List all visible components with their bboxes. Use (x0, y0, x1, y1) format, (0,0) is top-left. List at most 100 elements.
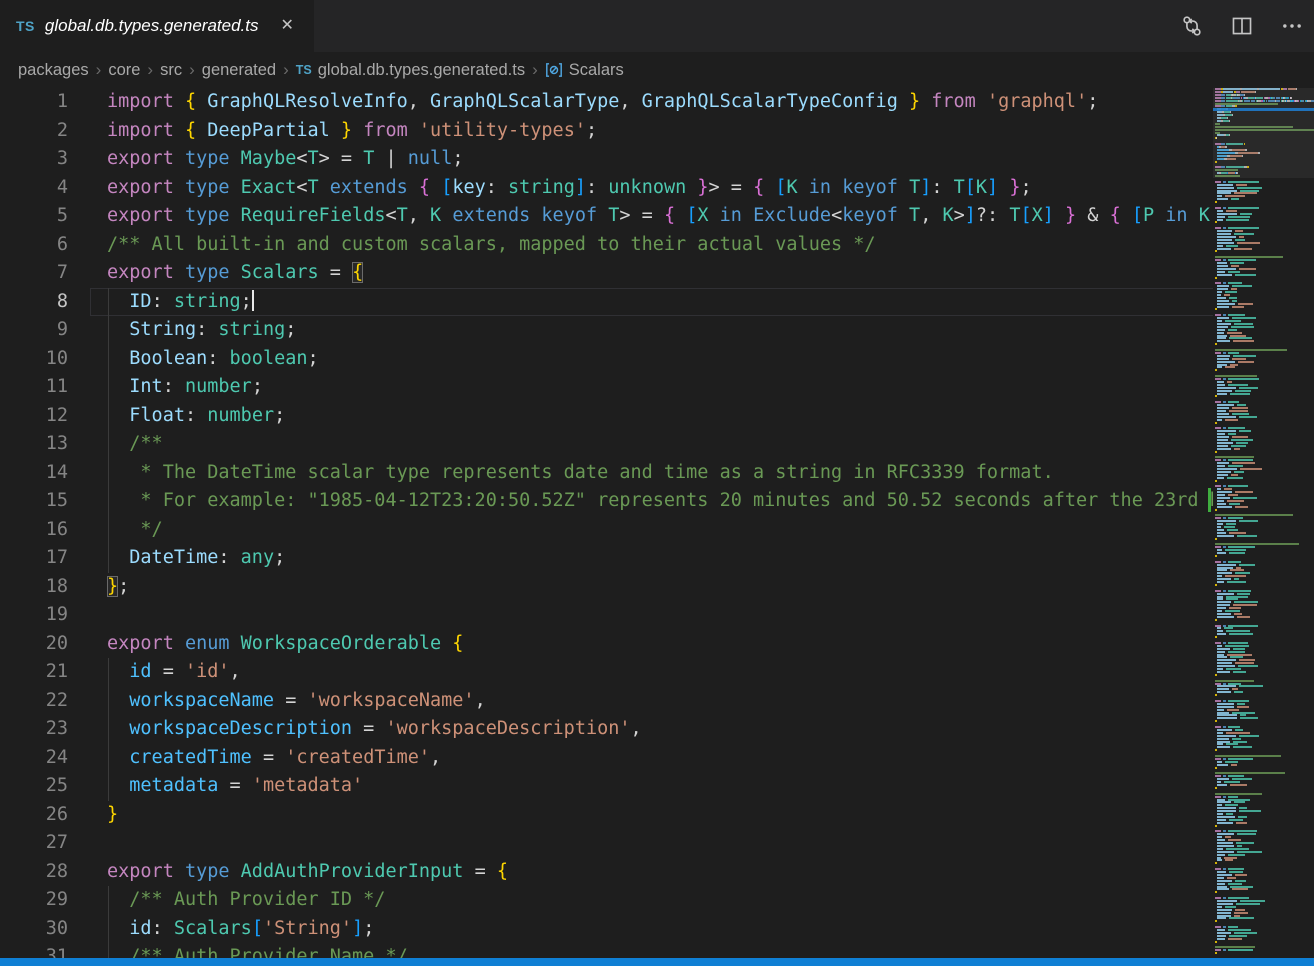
code-line[interactable]: export type Maybe<T> = T | null; (107, 145, 1213, 174)
compare-changes-icon[interactable] (1180, 14, 1204, 38)
breadcrumb-item-src[interactable]: src (160, 61, 182, 80)
minimap-line (1233, 497, 1257, 499)
code-line[interactable] (107, 601, 1213, 630)
minimap-line (1217, 671, 1230, 673)
minimap-line (1217, 439, 1228, 441)
minimap[interactable] (1213, 88, 1314, 958)
code-line[interactable]: import { DeepPartial } from 'utility-typ… (107, 117, 1213, 146)
breadcrumb-item-scalars[interactable]: Scalars (545, 61, 624, 80)
minimap-line (1215, 946, 1255, 948)
code-line[interactable]: DateTime: any; (107, 544, 1213, 573)
code-line[interactable]: /** Auth Provider ID */ (107, 886, 1213, 915)
line-number[interactable]: 30 (0, 915, 68, 944)
minimap-line (1223, 207, 1227, 209)
line-number[interactable]: 28 (0, 858, 68, 887)
minimap-line (1229, 552, 1245, 554)
breadcrumb-item-core[interactable]: core (108, 61, 140, 80)
code-line[interactable]: String: string; (107, 316, 1213, 345)
line-number[interactable]: 9 (0, 316, 68, 345)
code-line[interactable]: id: Scalars['String']; (107, 915, 1213, 944)
line-number[interactable]: 27 (0, 829, 68, 858)
line-number[interactable]: 17 (0, 544, 68, 573)
code-token (441, 633, 452, 654)
code-line[interactable]: * For example: "1985-04-12T23:20:50.52Z"… (107, 487, 1213, 516)
breadcrumb-item-generated[interactable]: generated (202, 61, 276, 80)
minimap-line (1215, 509, 1217, 511)
code-line[interactable]: createdTime = 'createdTime', (107, 744, 1213, 773)
close-icon[interactable]: ✕ (281, 18, 294, 34)
code-line[interactable]: */ (107, 516, 1213, 545)
minimap-line (1215, 755, 1281, 757)
tab-active[interactable]: TS global.db.types.generated.ts ✕ (0, 0, 314, 52)
code-line[interactable]: id = 'id', (107, 658, 1213, 687)
line-number[interactable]: 15 (0, 487, 68, 516)
minimap-line (1217, 778, 1229, 780)
line-number[interactable]: 4 (0, 174, 68, 203)
code-line[interactable]: Int: number; (107, 373, 1213, 402)
minimap-line (1230, 335, 1246, 337)
breadcrumb-label: Scalars (569, 61, 624, 80)
line-number[interactable]: 20 (0, 630, 68, 659)
code-line[interactable]: /** All built-in and custom scalars, map… (107, 231, 1213, 260)
code-line[interactable]: export type RequireFields<T, K extends k… (107, 202, 1213, 231)
minimap-line (1227, 381, 1233, 383)
line-number[interactable]: 5 (0, 202, 68, 231)
code-line[interactable]: import { GraphQLResolveInfo, GraphQLScal… (107, 88, 1213, 117)
line-number[interactable]: 10 (0, 345, 68, 374)
code-token: ; (586, 120, 597, 141)
line-number[interactable]: 26 (0, 801, 68, 830)
line-number[interactable]: 16 (0, 516, 68, 545)
line-number[interactable]: 18 (0, 573, 68, 602)
line-number[interactable]: 8 (0, 288, 68, 317)
minimap-line (1217, 387, 1236, 389)
line-number[interactable]: 22 (0, 687, 68, 716)
line-number[interactable]: 6 (0, 231, 68, 260)
minimap-line (1239, 416, 1256, 418)
line-number[interactable]: 24 (0, 744, 68, 773)
code-line[interactable]: export type Scalars = { (107, 259, 1213, 288)
code-token: in (1165, 205, 1187, 226)
more-actions-icon[interactable] (1280, 14, 1304, 38)
line-number[interactable]: 7 (0, 259, 68, 288)
code-line[interactable]: /** (107, 430, 1213, 459)
minimap-line (1215, 401, 1221, 403)
line-number[interactable]: 19 (0, 601, 68, 630)
line-number[interactable]: 12 (0, 402, 68, 431)
code-line[interactable]: }; (107, 573, 1213, 602)
minimap-viewport[interactable] (1213, 88, 1314, 178)
line-number[interactable]: 3 (0, 145, 68, 174)
breadcrumb-item-global-db-types-generated-ts[interactable]: TSglobal.db.types.generated.ts (296, 61, 525, 80)
minimap-line (1228, 485, 1248, 487)
code-line[interactable]: Boolean: boolean; (107, 345, 1213, 374)
minimap-line (1224, 781, 1240, 783)
code-token (230, 633, 241, 654)
code-line[interactable]: workspaceName = 'workspaceName', (107, 687, 1213, 716)
line-number[interactable]: 23 (0, 715, 68, 744)
minimap-line (1224, 294, 1229, 296)
line-number[interactable]: 21 (0, 658, 68, 687)
minimap-line (1217, 317, 1229, 319)
code-line[interactable]: * The DateTime scalar type represents da… (107, 459, 1213, 488)
minimap-line (1217, 404, 1234, 406)
line-number[interactable]: 2 (0, 117, 68, 146)
line-number[interactable]: 13 (0, 430, 68, 459)
minimap-line (1239, 659, 1255, 661)
line-number[interactable]: 25 (0, 772, 68, 801)
breadcrumb-item-packages[interactable]: packages (18, 61, 89, 80)
code-line[interactable] (107, 829, 1213, 858)
code-line[interactable]: metadata = 'metadata' (107, 772, 1213, 801)
code-line[interactable]: workspaceDescription = 'workspaceDescrip… (107, 715, 1213, 744)
line-number[interactable]: 14 (0, 459, 68, 488)
minimap-line (1217, 471, 1231, 473)
code-line[interactable]: export enum WorkspaceOrderable { (107, 630, 1213, 659)
split-editor-icon[interactable] (1230, 14, 1254, 38)
line-number[interactable]: 11 (0, 373, 68, 402)
line-number[interactable]: 29 (0, 886, 68, 915)
code-line[interactable]: Float: number; (107, 402, 1213, 431)
code-line[interactable]: export type AddAuthProviderInput = { (107, 858, 1213, 887)
code-line[interactable]: } (107, 801, 1213, 830)
minimap-line (1235, 274, 1256, 276)
code-token: | (374, 148, 407, 169)
code-line[interactable]: export type Exact<T extends { [key: stri… (107, 174, 1213, 203)
line-number[interactable]: 1 (0, 88, 68, 117)
